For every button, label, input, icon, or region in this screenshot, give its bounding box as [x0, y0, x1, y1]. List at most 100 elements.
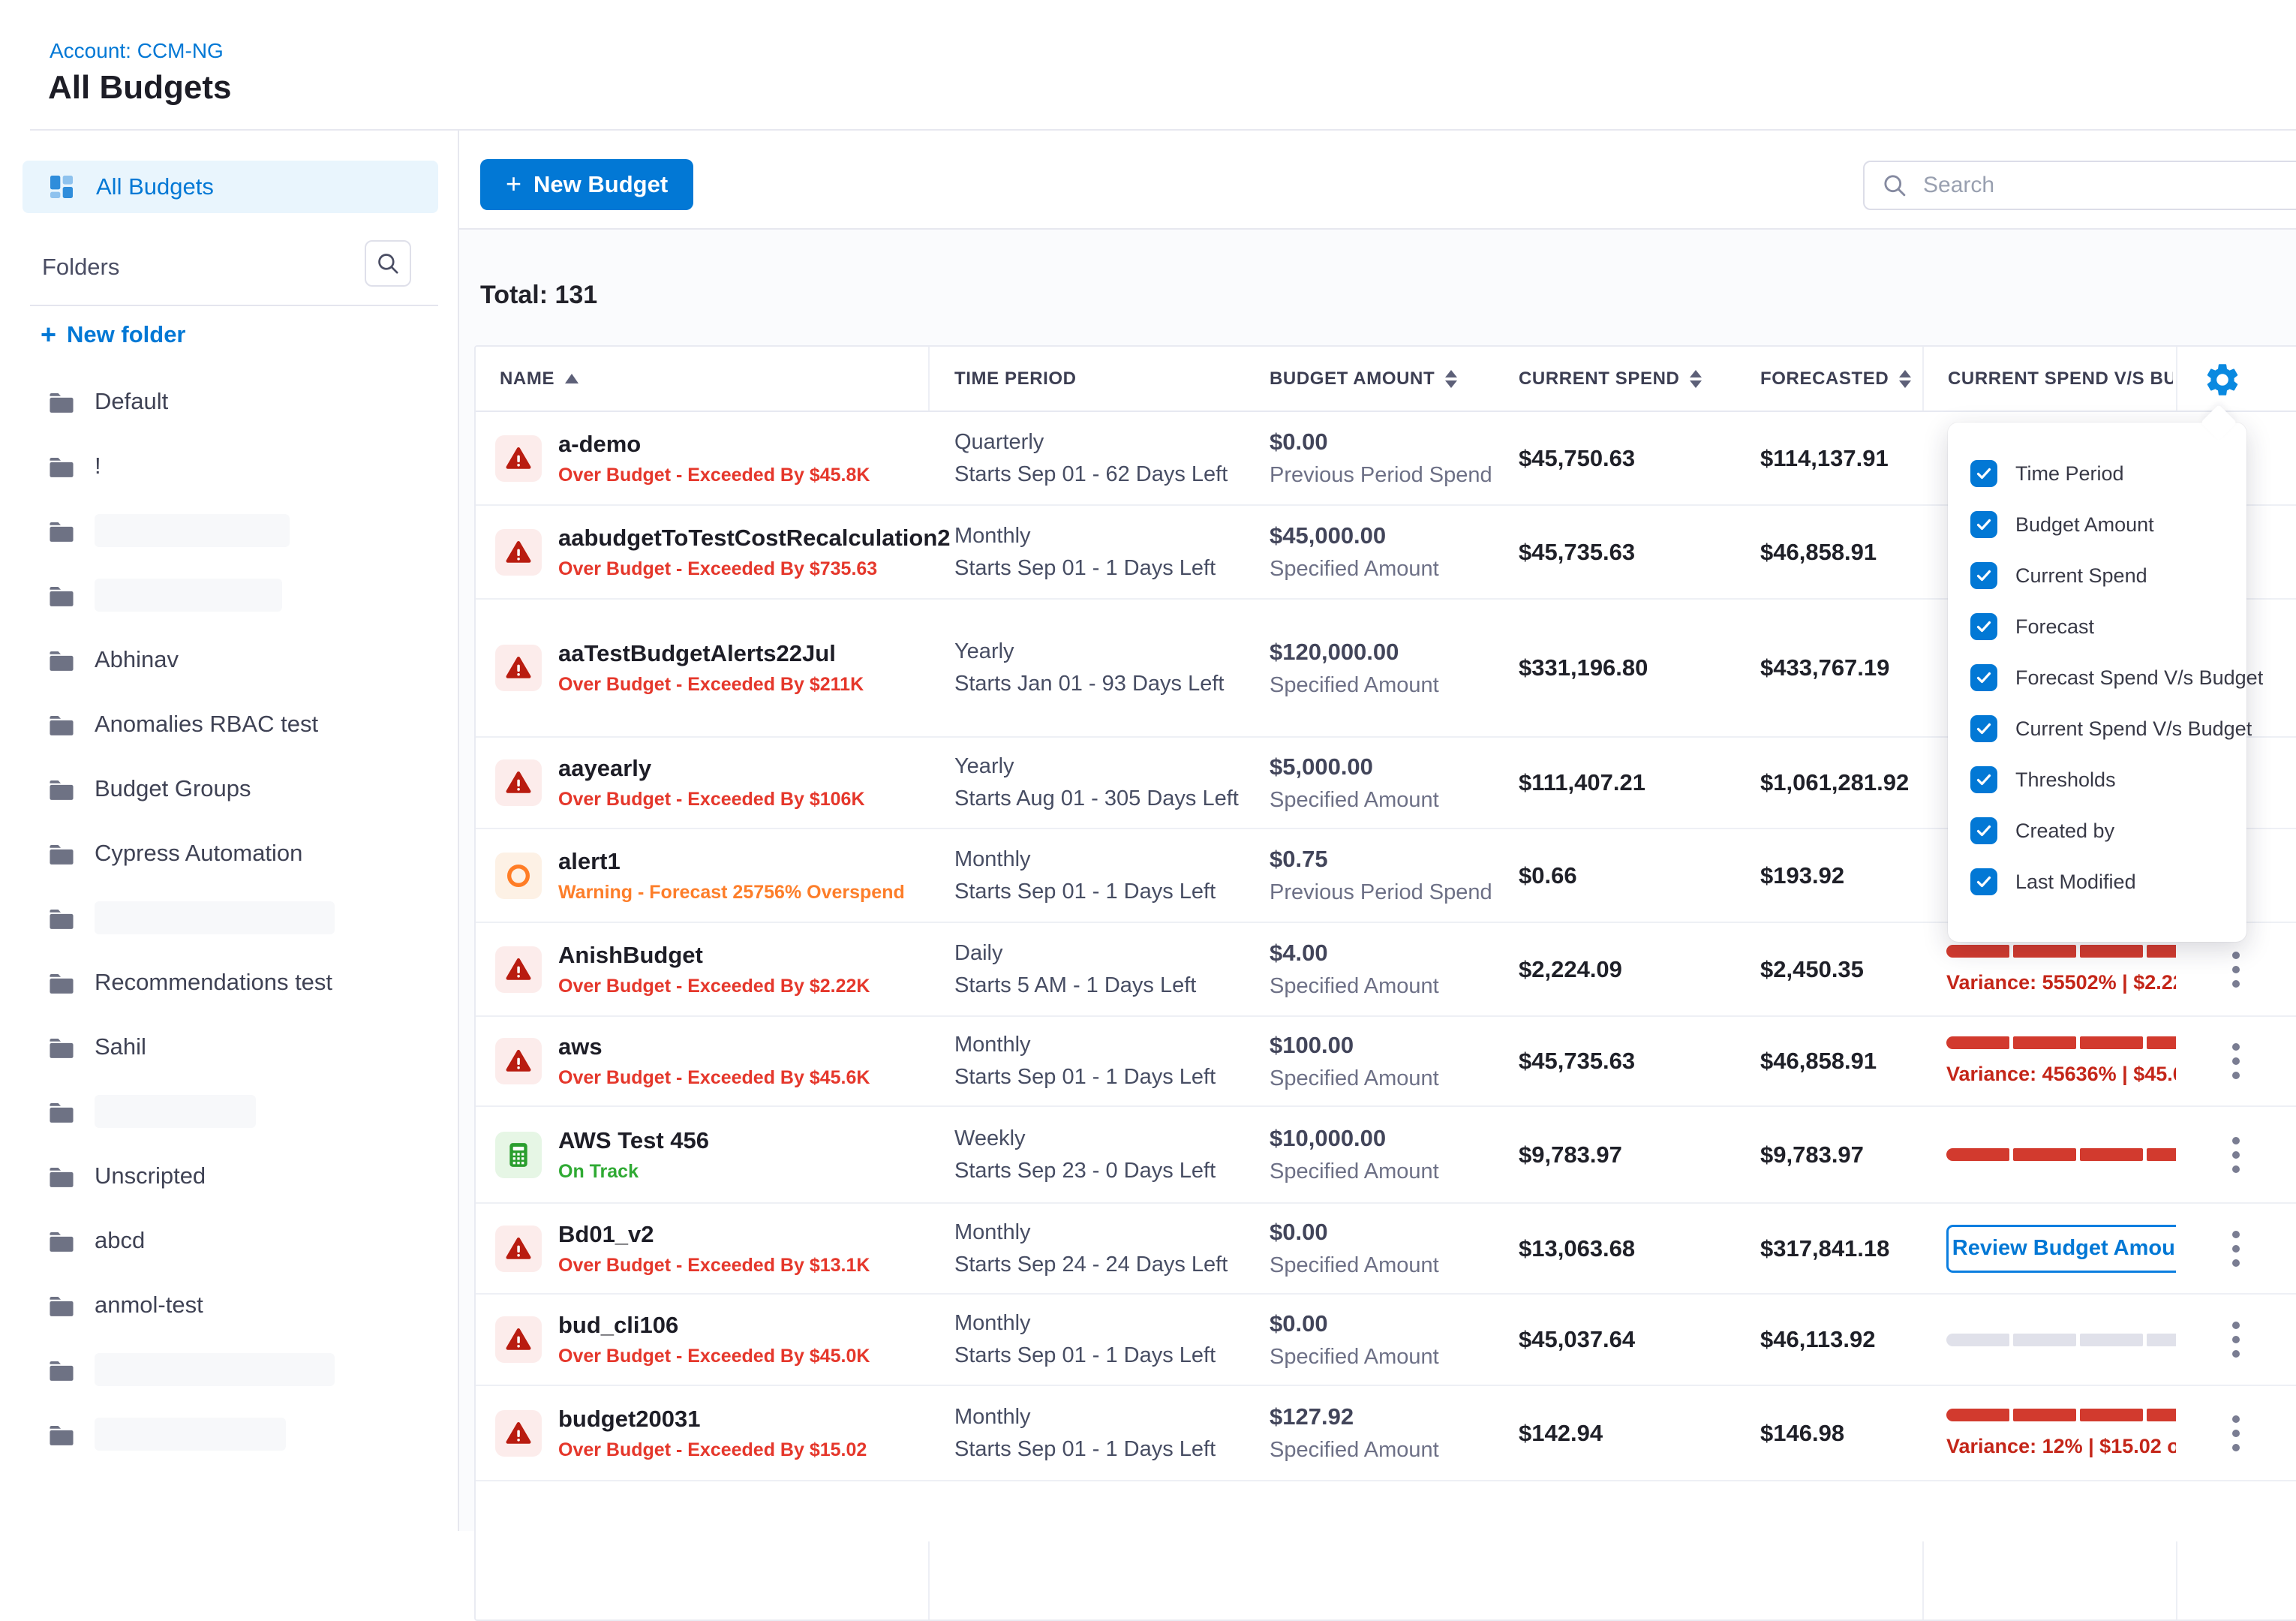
budget-name: budget20031 — [558, 1406, 867, 1433]
sidebar-folder-redacted[interactable] — [0, 886, 456, 950]
column-header-current-spend[interactable]: CURRENT SPEND — [1519, 347, 1702, 411]
sidebar-folder-abhinav[interactable]: Abhinav — [0, 627, 456, 692]
folder-icon — [47, 775, 77, 802]
variance-text: Variance: 45636% | $45.6 — [1946, 1063, 2176, 1086]
column-toggle-current-spend-v-s-budget[interactable]: Current Spend V/s Budget — [1948, 703, 2246, 754]
progress-segment — [2147, 1409, 2176, 1421]
column-toggle-thresholds[interactable]: Thresholds — [1948, 754, 2246, 805]
column-toggle-label: Thresholds — [2015, 768, 2116, 792]
sidebar-folder-redacted[interactable] — [0, 563, 456, 627]
page-title: All Budgets — [48, 69, 231, 107]
spend-progress-bar — [1946, 945, 2176, 958]
sidebar-folder-recommendations-test[interactable]: Recommendations test — [0, 950, 456, 1015]
column-toggle-label: Last Modified — [2015, 871, 2136, 894]
row-menu-button[interactable] — [2225, 1223, 2247, 1274]
table-row[interactable]: AWS Test 456On TrackWeeklyStarts Sep 23 … — [476, 1107, 2296, 1204]
search-input[interactable] — [1923, 173, 2268, 198]
table-row[interactable]: bud_cli106Over Budget - Exceeded By $45.… — [476, 1295, 2296, 1386]
sort-icon — [1899, 370, 1911, 388]
period-detail: Starts Sep 01 - 1 Days Left — [954, 556, 1262, 581]
column-toggle-budget-amount[interactable]: Budget Amount — [1948, 499, 2246, 550]
budget-name: AWS Test 456 — [558, 1127, 709, 1154]
period-detail: Starts 5 AM - 1 Days Left — [954, 973, 1262, 998]
folder-search-button[interactable] — [365, 240, 411, 287]
checkbox-checked-icon[interactable] — [1970, 766, 1997, 793]
sidebar-folder-anmol-test[interactable]: anmol-test — [0, 1273, 456, 1337]
sidebar-folder-anomalies-rbac-test[interactable]: Anomalies RBAC test — [0, 692, 456, 756]
column-settings-button[interactable] — [2203, 357, 2248, 402]
column-header-name[interactable]: NAME — [500, 347, 579, 411]
row-menu-button[interactable] — [2225, 1036, 2247, 1087]
column-header-forecasted[interactable]: FORECASTED — [1760, 347, 1911, 411]
sidebar-folder-cypress-automation[interactable]: Cypress Automation — [0, 821, 456, 886]
checkbox-checked-icon[interactable] — [1970, 817, 1997, 844]
row-menu-button[interactable] — [2225, 1408, 2247, 1459]
sidebar-item-label: All Budgets — [96, 173, 214, 200]
table-row[interactable]: budget20031Over Budget - Exceeded By $15… — [476, 1386, 2296, 1481]
sidebar-folder-default[interactable]: Default — [0, 369, 456, 434]
new-budget-button[interactable]: + New Budget — [480, 159, 693, 210]
column-header-current-vs-budget[interactable]: CURRENT SPEND V/S BUDGET — [1948, 347, 2173, 411]
table-row-partial — [476, 1481, 2296, 1541]
column-header-time-period[interactable]: TIME PERIOD — [954, 347, 1077, 411]
column-toggle-time-period[interactable]: Time Period — [1948, 448, 2246, 499]
folders-section-label: Folders — [42, 254, 119, 281]
sort-icon — [1445, 370, 1457, 388]
budget-status: Over Budget - Exceeded By $2.22K — [558, 976, 870, 997]
column-toggle-forecast-spend-v-s-budget[interactable]: Forecast Spend V/s Budget — [1948, 652, 2246, 703]
budget-status: Over Budget - Exceeded By $735.63 — [558, 558, 915, 580]
new-folder-button[interactable]: + New folder — [41, 321, 186, 348]
current-vs-budget-cell: Variance: 12% | $15.02 ov — [1946, 1386, 2176, 1480]
name-cell: aabudgetToTestCostRecalculation2Over Bud… — [495, 506, 915, 598]
sidebar-folder-budget-groups[interactable]: Budget Groups — [0, 756, 456, 821]
name-cell: aayearlyOver Budget - Exceeded By $106K — [495, 738, 915, 828]
name-cell: AWS Test 456On Track — [495, 1107, 915, 1202]
checkbox-checked-icon[interactable] — [1970, 613, 1997, 640]
sidebar-folder-unscripted[interactable]: Unscripted — [0, 1144, 456, 1208]
row-menu-button[interactable] — [2225, 1314, 2247, 1365]
current-vs-budget-cell: Review Budget Amount — [1946, 1204, 2176, 1293]
budget-amount-basis: Specified Amount — [1270, 974, 1510, 999]
period-type: Yearly — [954, 754, 1262, 779]
sidebar-folder-redacted[interactable] — [0, 498, 456, 563]
budget-name: Bd01_v2 — [558, 1221, 870, 1248]
folder-icon — [47, 969, 77, 996]
row-menu-button[interactable] — [2225, 1129, 2247, 1180]
sidebar-folder-redacted[interactable] — [0, 1337, 456, 1402]
sidebar-folder-sahil[interactable]: Sahil — [0, 1015, 456, 1079]
current-spend-value: $45,750.63 — [1519, 445, 1751, 472]
search-box — [1863, 161, 2296, 210]
sidebar-folder-abcd[interactable]: abcd — [0, 1208, 456, 1273]
column-toggle-forecast[interactable]: Forecast — [1948, 601, 2246, 652]
checkbox-checked-icon[interactable] — [1970, 664, 1997, 691]
column-toggle-created-by[interactable]: Created by — [1948, 805, 2246, 856]
budget-name: bud_cli106 — [558, 1312, 870, 1339]
current-spend-value: $45,735.63 — [1519, 539, 1751, 566]
current-spend-cell: $45,735.63 — [1519, 1017, 1751, 1105]
sidebar-folder--[interactable]: ! — [0, 434, 456, 498]
name-cell: Bd01_v2Over Budget - Exceeded By $13.1K — [495, 1204, 915, 1293]
column-toggle-current-spend[interactable]: Current Spend — [1948, 550, 2246, 601]
actions-cell — [2213, 1204, 2258, 1293]
column-header-budget-amount[interactable]: BUDGET AMOUNT — [1270, 347, 1457, 411]
checkbox-checked-icon[interactable] — [1970, 868, 1997, 895]
forecasted-cell: $193.92 — [1760, 829, 1943, 922]
sidebar-item-all-budgets[interactable]: All Budgets — [23, 161, 438, 213]
row-menu-button[interactable] — [2225, 944, 2247, 995]
table-row[interactable]: awsOver Budget - Exceeded By $45.6KMonth… — [476, 1017, 2296, 1107]
checkbox-checked-icon[interactable] — [1970, 562, 1997, 589]
table-row[interactable]: Bd01_v2Over Budget - Exceeded By $13.1KM… — [476, 1204, 2296, 1295]
checkbox-checked-icon[interactable] — [1970, 460, 1997, 487]
account-breadcrumb-link[interactable]: Account: CCM-NG — [50, 39, 224, 63]
checkbox-checked-icon[interactable] — [1970, 715, 1997, 742]
progress-segment — [2080, 1334, 2143, 1346]
sidebar-folder-redacted[interactable] — [0, 1079, 456, 1144]
budget-status: Over Budget - Exceeded By $106K — [558, 789, 865, 810]
checkbox-checked-icon[interactable] — [1970, 511, 1997, 538]
sidebar-folder-redacted[interactable] — [0, 1402, 456, 1466]
redacted-folder-name — [95, 1353, 335, 1386]
review-budget-amount-button[interactable]: Review Budget Amount — [1946, 1225, 2176, 1273]
column-toggle-last-modified[interactable]: Last Modified — [1948, 856, 2246, 907]
toolbar: + New Budget — [459, 131, 2296, 230]
budget-amount-basis: Specified Amount — [1270, 1345, 1510, 1370]
